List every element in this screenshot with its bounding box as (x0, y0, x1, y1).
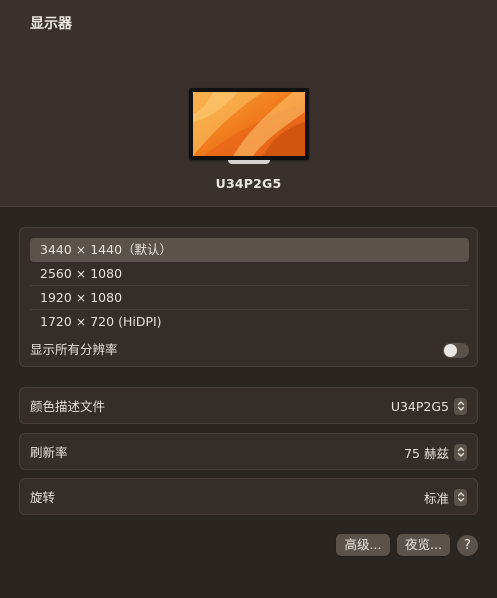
resolution-panel: 3440 × 1440（默认） 2560 × 1080 1920 × 1080 … (19, 227, 478, 367)
resolution-option-1920x1080[interactable]: 1920 × 1080 (30, 286, 469, 310)
color-profile-label: 颜色描述文件 (30, 399, 106, 414)
up-down-chevron-icon (454, 397, 467, 415)
page-title: 显示器 (30, 16, 72, 32)
rotation-label: 旋转 (30, 490, 56, 505)
toggle-knob (444, 344, 457, 357)
refresh-rate-label: 刷新率 (30, 445, 68, 460)
resolution-list: 3440 × 1440（默认） 2560 × 1080 1920 × 1080 … (30, 238, 469, 334)
color-profile-row: 颜色描述文件 U34P2G5 (19, 387, 478, 424)
refresh-rate-row: 刷新率 75 赫兹 (19, 433, 478, 470)
show-all-resolutions-toggle[interactable] (443, 343, 469, 358)
up-down-chevron-icon (454, 488, 467, 506)
display-preview-area: 显示器 U34P2G5 (0, 0, 497, 207)
rotation-value: 标准 (423, 490, 449, 506)
display-name: U34P2G5 (215, 176, 282, 191)
night-shift-button[interactable]: 夜览... (397, 534, 450, 556)
advanced-button[interactable]: 高级... (336, 534, 390, 556)
color-profile-value: U34P2G5 (390, 398, 449, 414)
help-icon[interactable]: ? (457, 535, 478, 556)
show-all-resolutions-row: 显示所有分辨率 (30, 340, 469, 360)
up-down-chevron-icon (454, 443, 467, 461)
monitor-wallpaper-icon[interactable] (189, 88, 309, 160)
rotation-row: 旋转 标准 (19, 478, 478, 515)
monitor-stand (228, 160, 270, 164)
refresh-rate-popup[interactable]: 75 赫兹 (404, 443, 467, 461)
rotation-popup[interactable]: 标准 (424, 488, 467, 506)
color-profile-popup[interactable]: U34P2G5 (391, 397, 467, 415)
refresh-rate-value: 75 赫兹 (404, 445, 449, 461)
resolution-option-2560x1080[interactable]: 2560 × 1080 (30, 262, 469, 286)
resolution-option-3440x1440[interactable]: 3440 × 1440（默认） (30, 238, 469, 262)
display-settings-window: 显示器 U34P2G5 3440 × 1440（默认） 2560 × 1080 … (0, 0, 497, 598)
resolution-option-1720x720[interactable]: 1720 × 720 (HiDPI) (30, 310, 469, 334)
show-all-resolutions-label: 显示所有分辨率 (30, 342, 118, 357)
